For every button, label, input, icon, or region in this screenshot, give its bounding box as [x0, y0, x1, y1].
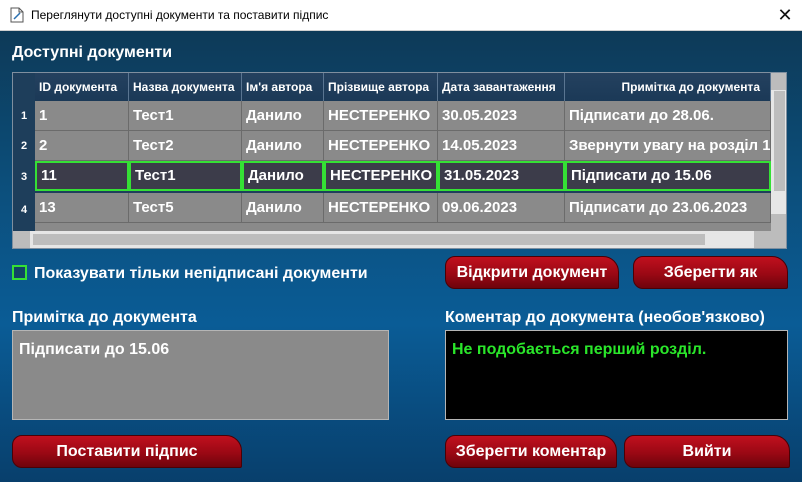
note-field[interactable]: Підписати до 15.06 — [12, 330, 389, 420]
column-header-name[interactable]: Назва документа — [129, 73, 242, 101]
table-cell-note[interactable]: Підписати до 23.06.2023 — [565, 193, 771, 223]
column-header-author-first-name[interactable]: Ім'я автора — [242, 73, 324, 101]
row-header[interactable]: 3 — [13, 161, 35, 193]
vertical-scrollbar[interactable] — [771, 73, 786, 231]
row-header[interactable]: 1 — [13, 101, 35, 131]
table-cell-date[interactable]: 09.06.2023 — [438, 193, 565, 223]
open-document-button[interactable]: Відкрити документ — [445, 256, 619, 289]
close-icon[interactable]: ✕ — [768, 0, 802, 31]
table-cell-first-name[interactable]: Данило — [242, 131, 324, 161]
comment-heading: Коментар до документа (необов'язково) — [445, 309, 765, 326]
exit-button[interactable]: Вийти — [624, 435, 790, 468]
table-cell-id[interactable]: 1 — [35, 101, 129, 131]
documents-table[interactable]: ID документа Назва документа Ім'я автора… — [12, 72, 787, 249]
table-cell-last-name[interactable]: НЕСТЕРЕНКО — [324, 131, 438, 161]
table-cell-name[interactable]: Тест1 — [129, 101, 242, 131]
scroll-down-arrow[interactable] — [771, 214, 786, 231]
table-cell-name[interactable]: Тест1 — [129, 161, 242, 191]
unsigned-only-label[interactable]: Показувати тільки непідписані документи — [34, 265, 368, 283]
table-cell-id[interactable]: 13 — [35, 193, 129, 223]
scroll-right-arrow[interactable] — [754, 231, 771, 248]
column-header-id[interactable]: ID документа — [35, 73, 129, 101]
scroll-left-arrow[interactable] — [13, 231, 30, 248]
table-cell-name[interactable]: Тест5 — [129, 193, 242, 223]
table-cell-last-name[interactable]: НЕСТЕРЕНКО — [324, 161, 438, 191]
comment-input[interactable]: Не подобається перший розділ. — [445, 330, 788, 420]
table-cell-id[interactable]: 11 — [35, 161, 129, 191]
column-header-note[interactable]: Примітка до документа — [565, 73, 771, 101]
documents-heading: Доступні документи — [12, 44, 173, 61]
document-edit-icon — [10, 7, 24, 23]
table-corner — [13, 73, 35, 101]
partial-row — [35, 223, 771, 231]
note-heading: Примітка до документа — [12, 309, 197, 326]
table-cell-name[interactable]: Тест2 — [129, 131, 242, 161]
window-title: Переглянути доступні документи та постав… — [31, 8, 329, 22]
table-cell-last-name[interactable]: НЕСТЕРЕНКО — [324, 193, 438, 223]
table-cell-first-name[interactable]: Данило — [242, 101, 324, 131]
table-cell-date[interactable]: 31.05.2023 — [438, 161, 565, 191]
sign-button[interactable]: Поставити підпис — [12, 435, 242, 468]
unsigned-only-checkbox[interactable] — [12, 265, 27, 280]
table-cell-first-name[interactable]: Данило — [242, 161, 324, 191]
column-header-author-last-name[interactable]: Прізвище автора — [324, 73, 438, 101]
row-header[interactable]: 4 — [13, 193, 35, 231]
table-cell-note[interactable]: Підписати до 15.06 — [565, 161, 771, 191]
table-cell-note[interactable]: Звернути увагу на розділ 1. — [565, 131, 771, 161]
title-bar: Переглянути доступні документи та постав… — [0, 0, 802, 31]
horizontal-scrollbar[interactable] — [13, 231, 771, 248]
scroll-up-arrow[interactable] — [771, 73, 786, 90]
vertical-scroll-thumb[interactable] — [774, 91, 785, 191]
table-cell-date[interactable]: 14.05.2023 — [438, 131, 565, 161]
table-cell-last-name[interactable]: НЕСТЕРЕНКО — [324, 101, 438, 131]
save-as-button[interactable]: Зберегти як — [633, 256, 788, 289]
table-cell-first-name[interactable]: Данило — [242, 193, 324, 223]
save-comment-button[interactable]: Зберегти коментар — [445, 435, 617, 468]
table-cell-note[interactable]: Підписати до 28.06. — [565, 101, 771, 131]
column-header-upload-date[interactable]: Дата завантаження — [438, 73, 565, 101]
scrollbar-corner — [771, 231, 786, 248]
main-panel: Доступні документи ID документа Назва до… — [0, 31, 802, 482]
row-header[interactable]: 2 — [13, 131, 35, 161]
horizontal-scroll-thumb[interactable] — [33, 234, 705, 245]
table-cell-id[interactable]: 2 — [35, 131, 129, 161]
table-cell-date[interactable]: 30.05.2023 — [438, 101, 565, 131]
